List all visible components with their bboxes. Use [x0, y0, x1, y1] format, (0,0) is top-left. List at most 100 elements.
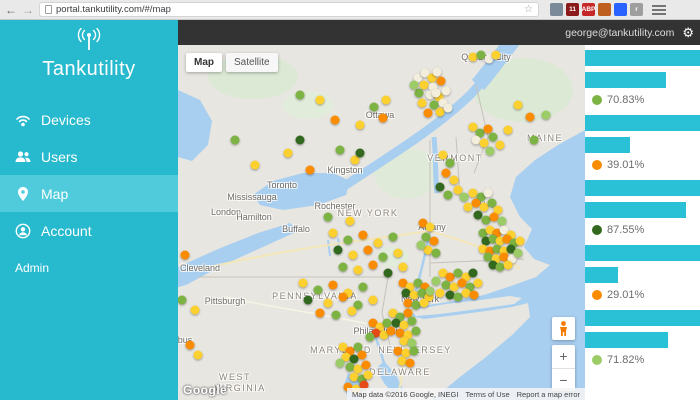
browser-menu-icon[interactable] [652, 5, 666, 15]
map-dot[interactable] [415, 89, 424, 98]
map-dot[interactable] [442, 169, 451, 178]
map-dot[interactable] [433, 68, 442, 77]
sidebar-item-users[interactable]: Users [0, 138, 178, 175]
map-dot[interactable] [432, 249, 441, 258]
map-dot[interactable] [526, 113, 535, 122]
map-dot[interactable] [306, 166, 315, 175]
map-dot[interactable] [359, 231, 368, 240]
map-dot[interactable] [344, 236, 353, 245]
extension-icon[interactable] [550, 3, 563, 16]
map-dot[interactable] [316, 96, 325, 105]
map-dot[interactable] [324, 213, 333, 222]
address-bar[interactable]: portal.tankutility.com/#/map ☆ [39, 2, 539, 17]
map-dot[interactable] [410, 347, 419, 356]
map-dot[interactable] [331, 116, 340, 125]
map-dot[interactable] [362, 361, 371, 370]
map-dot[interactable] [366, 333, 375, 342]
map-dot[interactable] [181, 251, 190, 260]
map-dot[interactable] [424, 109, 433, 118]
map-dot[interactable] [417, 241, 426, 250]
device-name-bar[interactable] [585, 245, 700, 261]
sidebar-item-admin[interactable]: Admin [0, 261, 178, 275]
map-dot[interactable] [426, 223, 435, 232]
map-dot[interactable] [356, 121, 365, 130]
map-dot[interactable] [504, 126, 513, 135]
map-dot[interactable] [296, 136, 305, 145]
satellite-view-button[interactable]: Satellite [226, 53, 278, 72]
settings-gear-icon[interactable]: ⚙ [682, 25, 694, 41]
device-item[interactable]: 39.01% [585, 115, 700, 171]
device-item[interactable]: 71.82% [585, 310, 700, 366]
tank-level-bar[interactable] [585, 267, 618, 283]
map-dot[interactable] [382, 96, 391, 105]
map-dot[interactable] [496, 141, 505, 150]
extension-icon[interactable]: ABP [582, 3, 595, 16]
map-dot[interactable] [436, 289, 445, 298]
map-dot[interactable] [284, 149, 293, 158]
map-dot[interactable] [191, 306, 200, 315]
map-dot[interactable] [470, 291, 479, 300]
map-dot[interactable] [251, 161, 260, 170]
map-dot[interactable] [339, 293, 348, 302]
map-dot[interactable] [379, 253, 388, 262]
map-dot[interactable] [406, 359, 415, 368]
map-dot[interactable] [358, 351, 367, 360]
tank-level-bar[interactable] [585, 72, 666, 88]
map-dot[interactable] [354, 266, 363, 275]
map-dot[interactable] [436, 183, 445, 192]
map-dot[interactable] [450, 176, 459, 185]
map-dot[interactable] [399, 263, 408, 272]
device-name-bar[interactable] [585, 310, 700, 326]
device-name-bar[interactable] [585, 50, 700, 66]
map-dot[interactable] [489, 133, 498, 142]
map-dot[interactable] [420, 299, 429, 308]
device-item[interactable]: 87.55% [585, 180, 700, 236]
map-dot[interactable] [231, 136, 240, 145]
forward-icon[interactable]: → [22, 4, 34, 16]
map-dot[interactable] [334, 246, 343, 255]
map-dot[interactable] [369, 261, 378, 270]
bookmark-star-icon[interactable]: ☆ [524, 4, 533, 15]
map-dot[interactable] [442, 87, 451, 96]
map-dot[interactable] [504, 261, 513, 270]
map-dot[interactable] [484, 189, 493, 198]
map-dot[interactable] [336, 359, 345, 368]
map-dot[interactable] [364, 246, 373, 255]
map-dot[interactable] [387, 327, 396, 336]
map-dot[interactable] [339, 263, 348, 272]
map-dot[interactable] [542, 111, 551, 120]
zoom-in-button[interactable]: + [552, 345, 575, 369]
map-dot[interactable] [349, 251, 358, 260]
device-item[interactable]: 29.01% [585, 245, 700, 301]
map-dot[interactable] [356, 149, 365, 158]
map-dot[interactable] [304, 296, 313, 305]
map-dot[interactable] [412, 327, 421, 336]
tank-level-bar[interactable] [585, 332, 668, 348]
map-dot[interactable] [186, 341, 195, 350]
map-dot[interactable] [492, 51, 501, 60]
map-view-button[interactable]: Map [186, 53, 222, 72]
map-dot[interactable] [369, 296, 378, 305]
extension-icon[interactable] [614, 3, 627, 16]
map-dot[interactable] [516, 237, 525, 246]
map-dot[interactable] [498, 217, 507, 226]
map-dot[interactable] [486, 147, 495, 156]
map-dot[interactable] [299, 279, 308, 288]
map-dot[interactable] [389, 233, 398, 242]
map-dot[interactable] [446, 159, 455, 168]
map-dot[interactable] [348, 307, 357, 316]
extension-icon[interactable]: 11 [566, 3, 579, 16]
terms-link[interactable]: Terms of Use [465, 390, 509, 399]
map-dot[interactable] [379, 114, 388, 123]
map-dot[interactable] [314, 286, 323, 295]
map-dot[interactable] [329, 229, 338, 238]
map-dot[interactable] [444, 191, 453, 200]
report-error-link[interactable]: Report a map error [517, 390, 580, 399]
map-dot[interactable] [432, 277, 441, 286]
map-dot[interactable] [316, 309, 325, 318]
sidebar-item-devices[interactable]: Devices [0, 101, 178, 138]
back-icon[interactable]: ← [5, 4, 17, 16]
map-dot[interactable] [430, 237, 439, 246]
map-dot[interactable] [444, 104, 453, 113]
map-dot[interactable] [469, 269, 478, 278]
